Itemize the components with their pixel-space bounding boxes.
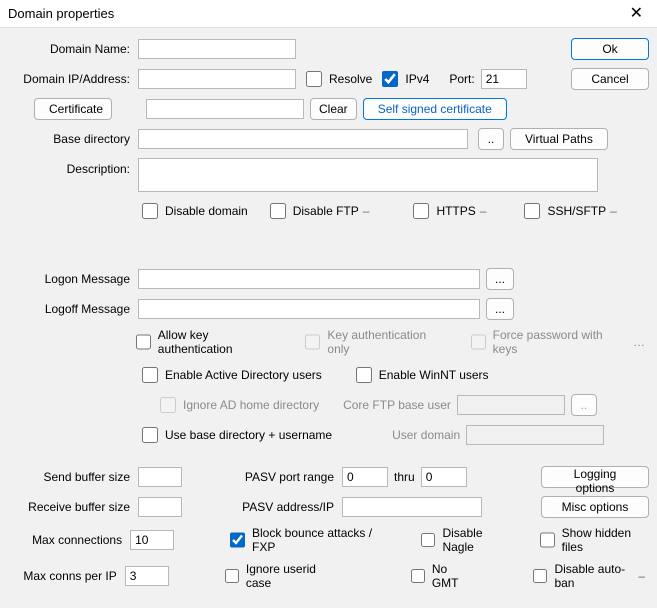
resolve-check-input[interactable] xyxy=(306,71,322,87)
core-ftp-base-user-input xyxy=(457,395,565,415)
send-buffer-input[interactable] xyxy=(138,467,182,487)
certificate-button[interactable]: Certificate xyxy=(34,98,112,120)
ssh-sftp-dash[interactable]: – xyxy=(606,204,621,218)
key-auth-only-checkbox: Key authentication only xyxy=(301,328,444,356)
ignore-userid-case-checkbox[interactable]: Ignore userid case xyxy=(221,562,333,590)
base-directory-input[interactable] xyxy=(138,129,468,149)
logoff-message-browse-button[interactable]: ... xyxy=(486,298,514,320)
pasv-address-label: PASV address/IP xyxy=(234,500,334,514)
titlebar: Domain properties ✕ xyxy=(0,0,657,28)
use-base-dir-username-checkbox[interactable]: Use base directory + username xyxy=(138,424,332,446)
core-ftp-base-user-browse-button: .. xyxy=(571,394,597,416)
https-dash[interactable]: – xyxy=(476,204,491,218)
send-buffer-label: Send buffer size xyxy=(8,470,138,484)
ok-button[interactable]: Ok xyxy=(571,38,649,60)
logon-message-browse-button[interactable]: ... xyxy=(486,268,514,290)
allow-key-auth-checkbox[interactable]: Allow key authentication xyxy=(132,328,280,356)
base-directory-browse-button[interactable]: .. xyxy=(478,128,504,150)
force-pw-keys-dash[interactable]: … xyxy=(629,335,649,349)
domain-ip-label: Domain IP/Address: xyxy=(8,72,138,86)
disable-autoban-dash[interactable]: – xyxy=(634,569,649,583)
domain-name-input[interactable] xyxy=(138,39,296,59)
disable-ftp-checkbox[interactable]: Disable FTP xyxy=(266,200,359,222)
self-signed-certificate-button[interactable]: Self signed certificate xyxy=(363,98,507,120)
logon-message-label: Logon Message xyxy=(8,272,138,286)
pasv-address-input[interactable] xyxy=(342,497,482,517)
ipv4-check-input[interactable] xyxy=(382,71,398,87)
force-password-keys-checkbox: Force password with keys xyxy=(467,328,623,356)
https-checkbox[interactable]: HTTPS xyxy=(409,200,475,222)
no-gmt-checkbox[interactable]: No GMT xyxy=(407,562,472,590)
window-title: Domain properties xyxy=(8,6,624,21)
description-input[interactable] xyxy=(138,158,598,192)
base-directory-label: Base directory xyxy=(8,132,138,146)
disable-nagle-checkbox[interactable]: Disable Nagle xyxy=(417,526,512,554)
user-domain-label: User domain xyxy=(392,428,460,442)
max-connections-input[interactable] xyxy=(130,530,174,550)
core-ftp-base-user-label: Core FTP base user xyxy=(343,398,451,412)
port-input[interactable] xyxy=(481,69,527,89)
domain-name-label: Domain Name: xyxy=(8,42,138,56)
logon-message-input[interactable] xyxy=(138,269,480,289)
max-conns-per-ip-label: Max conns per IP xyxy=(8,569,125,583)
ipv4-checkbox[interactable]: IPv4 xyxy=(378,68,429,90)
max-connections-label: Max connections xyxy=(8,533,130,547)
port-label: Port: xyxy=(449,72,474,86)
ignore-ad-home-checkbox: Ignore AD home directory xyxy=(156,394,319,416)
receive-buffer-label: Receive buffer size xyxy=(8,500,138,514)
enable-winnt-checkbox[interactable]: Enable WinNT users xyxy=(352,364,489,386)
logging-options-button[interactable]: Logging options xyxy=(541,466,649,488)
disable-domain-checkbox[interactable]: Disable domain xyxy=(138,200,248,222)
pasv-port-range-label: PASV port range xyxy=(234,470,334,484)
description-label: Description: xyxy=(8,158,138,176)
virtual-paths-button[interactable]: Virtual Paths xyxy=(510,128,608,150)
form-area: Domain Name: Ok Domain IP/Address: Resol… xyxy=(0,28,657,608)
receive-buffer-input[interactable] xyxy=(138,497,182,517)
pasv-thru-label: thru xyxy=(394,470,415,484)
ssh-sftp-checkbox[interactable]: SSH/SFTP xyxy=(520,200,606,222)
logoff-message-label: Logoff Message xyxy=(8,302,138,316)
user-domain-input xyxy=(466,425,604,445)
pasv-port-from-input[interactable] xyxy=(342,467,388,487)
logoff-message-input[interactable] xyxy=(138,299,480,319)
misc-options-button[interactable]: Misc options xyxy=(541,496,649,518)
disable-ftp-dash[interactable]: – xyxy=(359,204,374,218)
max-conns-per-ip-input[interactable] xyxy=(125,566,169,586)
disable-autoban-checkbox[interactable]: Disable auto-ban xyxy=(529,562,634,590)
pasv-port-to-input[interactable] xyxy=(421,467,467,487)
block-bounce-checkbox[interactable]: Block bounce attacks / FXP xyxy=(226,526,389,554)
certificate-input[interactable] xyxy=(146,99,304,119)
domain-ip-input[interactable] xyxy=(138,69,296,89)
enable-ad-checkbox[interactable]: Enable Active Directory users xyxy=(138,364,322,386)
show-hidden-files-checkbox[interactable]: Show hidden files xyxy=(536,526,649,554)
close-icon[interactable]: ✕ xyxy=(624,6,649,22)
clear-button[interactable]: Clear xyxy=(310,98,357,120)
cancel-button[interactable]: Cancel xyxy=(571,68,649,90)
resolve-checkbox[interactable]: Resolve xyxy=(302,68,372,90)
